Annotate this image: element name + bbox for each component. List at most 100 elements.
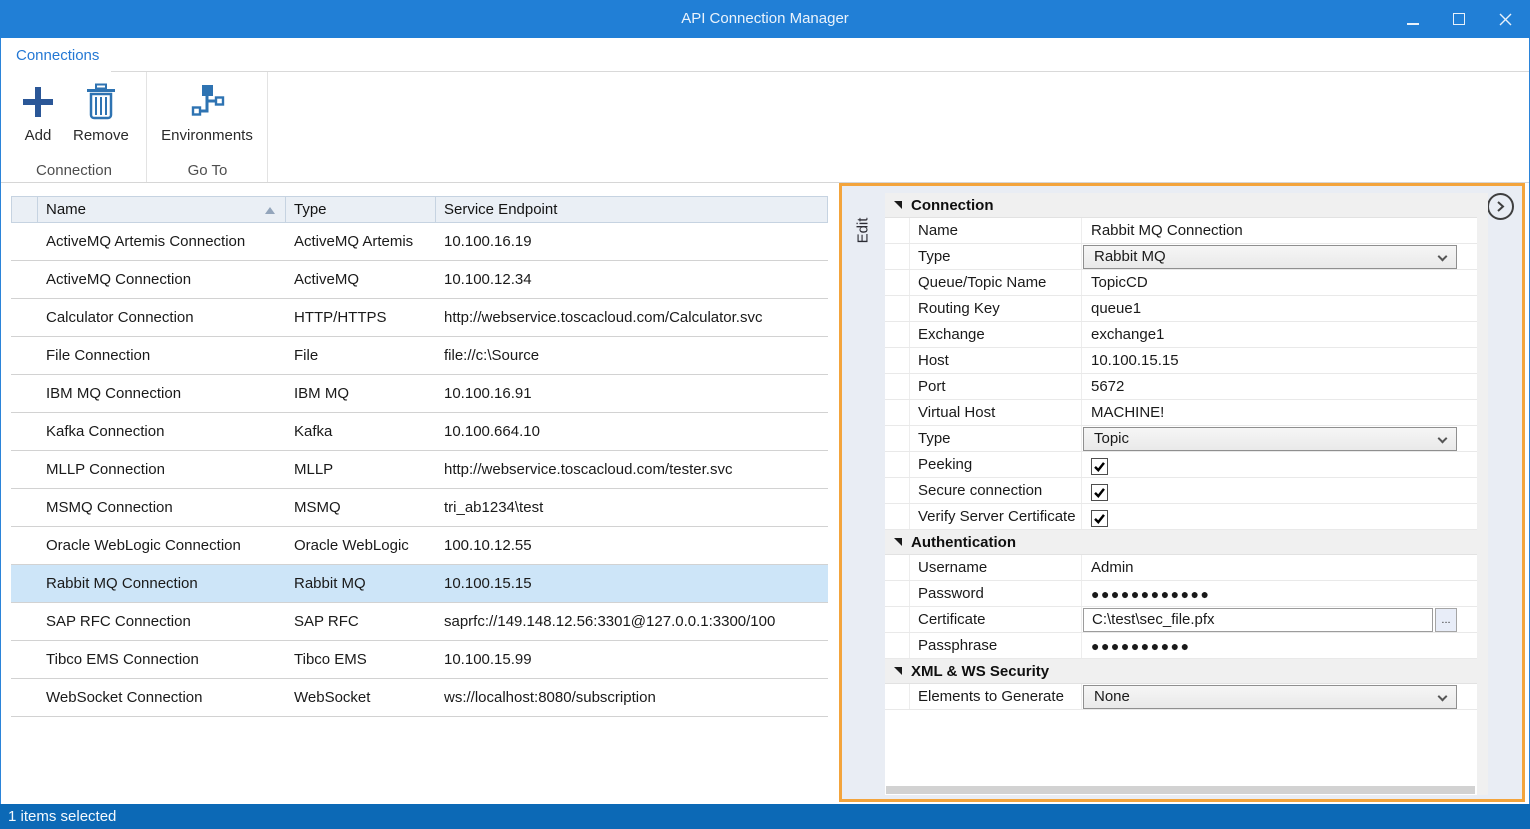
property-label: Type xyxy=(910,244,1082,269)
remove-button[interactable]: Remove xyxy=(69,74,133,144)
cell-name: Rabbit MQ Connection xyxy=(38,575,286,592)
browse-certificate-button[interactable]: ... xyxy=(1435,608,1457,632)
maximize-icon xyxy=(1453,13,1465,25)
exchange-field[interactable]: exchange1 xyxy=(1082,322,1477,347)
routing-key-field[interactable]: queue1 xyxy=(1082,296,1477,321)
ribbon: Add Remove xyxy=(1,72,1529,183)
check-icon xyxy=(1093,486,1106,499)
table-row[interactable]: IBM MQ ConnectionIBM MQ10.100.16.91 xyxy=(11,375,828,413)
passphrase-field[interactable]: ●●●●●●●●●● xyxy=(1082,633,1477,658)
certificate-path-input[interactable]: C:\test\sec_file.pfx xyxy=(1083,608,1433,632)
cell-type: Tibco EMS xyxy=(286,651,436,668)
cell-name: ActiveMQ Artemis Connection xyxy=(38,233,286,250)
verify-server-certificate-checkbox[interactable] xyxy=(1091,510,1108,527)
header-name[interactable]: Name xyxy=(38,197,286,222)
environments-button[interactable]: Environments xyxy=(157,74,257,144)
status-text: 1 items selected xyxy=(8,808,116,825)
username-field[interactable]: Admin xyxy=(1082,555,1477,580)
property-label: Elements to Generate xyxy=(910,684,1082,709)
queue-topic-name-field[interactable]: TopicCD xyxy=(1082,270,1477,295)
property-label: Host xyxy=(910,348,1082,373)
horizontal-scrollbar[interactable] xyxy=(886,786,1475,794)
cell-name: MSMQ Connection xyxy=(38,499,286,516)
expander-triangle-icon xyxy=(894,538,902,546)
elements-to-generate-dropdown[interactable]: None xyxy=(1083,685,1457,709)
table-row[interactable]: MSMQ ConnectionMSMQtri_ab1234\test xyxy=(11,489,828,527)
name-field[interactable]: Rabbit MQ Connection xyxy=(1082,218,1477,243)
minimize-icon xyxy=(1407,23,1419,25)
window-title: API Connection Manager xyxy=(0,0,1530,38)
chevron-down-icon xyxy=(1438,433,1448,443)
header-type[interactable]: Type xyxy=(286,197,436,222)
property-label: Queue/Topic Name xyxy=(910,270,1082,295)
peeking-checkbox[interactable] xyxy=(1091,458,1108,475)
property-row: Port5672 xyxy=(885,374,1477,400)
minimize-button[interactable] xyxy=(1390,0,1436,38)
table-row[interactable]: ActiveMQ Artemis ConnectionActiveMQ Arte… xyxy=(11,223,828,261)
close-icon xyxy=(1499,13,1512,26)
app-window: API Connection Manager Connections Add xyxy=(0,0,1530,829)
property-label: Certificate xyxy=(910,607,1082,632)
title-bar: API Connection Manager xyxy=(0,0,1530,38)
property-row: Virtual HostMACHINE! xyxy=(885,400,1477,426)
sort-ascending-icon xyxy=(265,207,275,214)
cell-endpoint: ws://localhost:8080/subscription xyxy=(436,689,828,706)
cell-endpoint: 10.100.664.10 xyxy=(436,423,828,440)
cell-name: Oracle WebLogic Connection xyxy=(38,537,286,554)
section-header-xml-ws-security[interactable]: XML & WS Security xyxy=(885,659,1477,684)
table-row-selected[interactable]: Rabbit MQ ConnectionRabbit MQ10.100.15.1… xyxy=(11,565,828,603)
virtual-host-field[interactable]: MACHINE! xyxy=(1082,400,1477,425)
property-label: Name xyxy=(910,218,1082,243)
table-row[interactable]: WebSocket ConnectionWebSocketws://localh… xyxy=(11,679,828,717)
table-row[interactable]: ActiveMQ ConnectionActiveMQ10.100.12.34 xyxy=(11,261,828,299)
tab-connections[interactable]: Connections xyxy=(16,38,99,72)
property-row: Exchangeexchange1 xyxy=(885,322,1477,348)
property-row: Elements to GenerateNone xyxy=(885,684,1477,710)
cell-name: WebSocket Connection xyxy=(38,689,286,706)
property-row: Routing Keyqueue1 xyxy=(885,296,1477,322)
maximize-button[interactable] xyxy=(1436,0,1482,38)
property-label: Routing Key xyxy=(910,296,1082,321)
add-button-label: Add xyxy=(25,127,52,144)
property-label: Passphrase xyxy=(910,633,1082,658)
cell-type: Kafka xyxy=(286,423,436,440)
type-dropdown[interactable]: Rabbit MQ xyxy=(1083,245,1457,269)
collapse-panel-button[interactable] xyxy=(1487,193,1514,220)
secure-connection-checkbox[interactable] xyxy=(1091,484,1108,501)
property-label: Username xyxy=(910,555,1082,580)
close-button[interactable] xyxy=(1482,0,1528,38)
main-content: Name Type Service Endpoint ActiveMQ Arte… xyxy=(1,183,1529,804)
section-header-connection[interactable]: Connection xyxy=(885,193,1477,218)
queue-type-dropdown[interactable]: Topic xyxy=(1083,427,1457,451)
table-header: Name Type Service Endpoint xyxy=(11,196,828,223)
table-row[interactable]: MLLP ConnectionMLLPhttp://webservice.tos… xyxy=(11,451,828,489)
add-plus-icon xyxy=(20,78,56,126)
property-label: Password xyxy=(910,581,1082,606)
property-row: Peeking xyxy=(885,452,1477,478)
port-field[interactable]: 5672 xyxy=(1082,374,1477,399)
cell-endpoint: tri_ab1234\test xyxy=(436,499,828,516)
table-row[interactable]: SAP RFC ConnectionSAP RFCsaprfc://149.14… xyxy=(11,603,828,641)
property-label: Secure connection xyxy=(910,478,1082,503)
table-row[interactable]: Kafka ConnectionKafka10.100.664.10 xyxy=(11,413,828,451)
cell-endpoint: 10.100.12.34 xyxy=(436,271,828,288)
cell-name: Calculator Connection xyxy=(38,309,286,326)
group-label-goto: Go To xyxy=(147,162,268,179)
table-row[interactable]: Tibco EMS ConnectionTibco EMS10.100.15.9… xyxy=(11,641,828,679)
property-label: Exchange xyxy=(910,322,1082,347)
chevron-right-icon xyxy=(1495,200,1506,213)
table-row[interactable]: Oracle WebLogic ConnectionOracle WebLogi… xyxy=(11,527,828,565)
add-button[interactable]: Add xyxy=(7,74,69,144)
cell-type: MSMQ xyxy=(286,499,436,516)
cell-type: IBM MQ xyxy=(286,385,436,402)
property-row: TypeTopic xyxy=(885,426,1477,452)
property-row: Passphrase●●●●●●●●●● xyxy=(885,633,1477,659)
table-row[interactable]: File ConnectionFilefile://c:\Source xyxy=(11,337,828,375)
cell-endpoint: 10.100.16.91 xyxy=(436,385,828,402)
host-field[interactable]: 10.100.15.15 xyxy=(1082,348,1477,373)
table-row[interactable]: Calculator ConnectionHTTP/HTTPShttp://we… xyxy=(11,299,828,337)
password-field[interactable]: ●●●●●●●●●●●● xyxy=(1082,581,1477,606)
header-service-endpoint[interactable]: Service Endpoint xyxy=(436,197,827,222)
section-header-authentication[interactable]: Authentication xyxy=(885,530,1477,555)
cell-name: Tibco EMS Connection xyxy=(38,651,286,668)
